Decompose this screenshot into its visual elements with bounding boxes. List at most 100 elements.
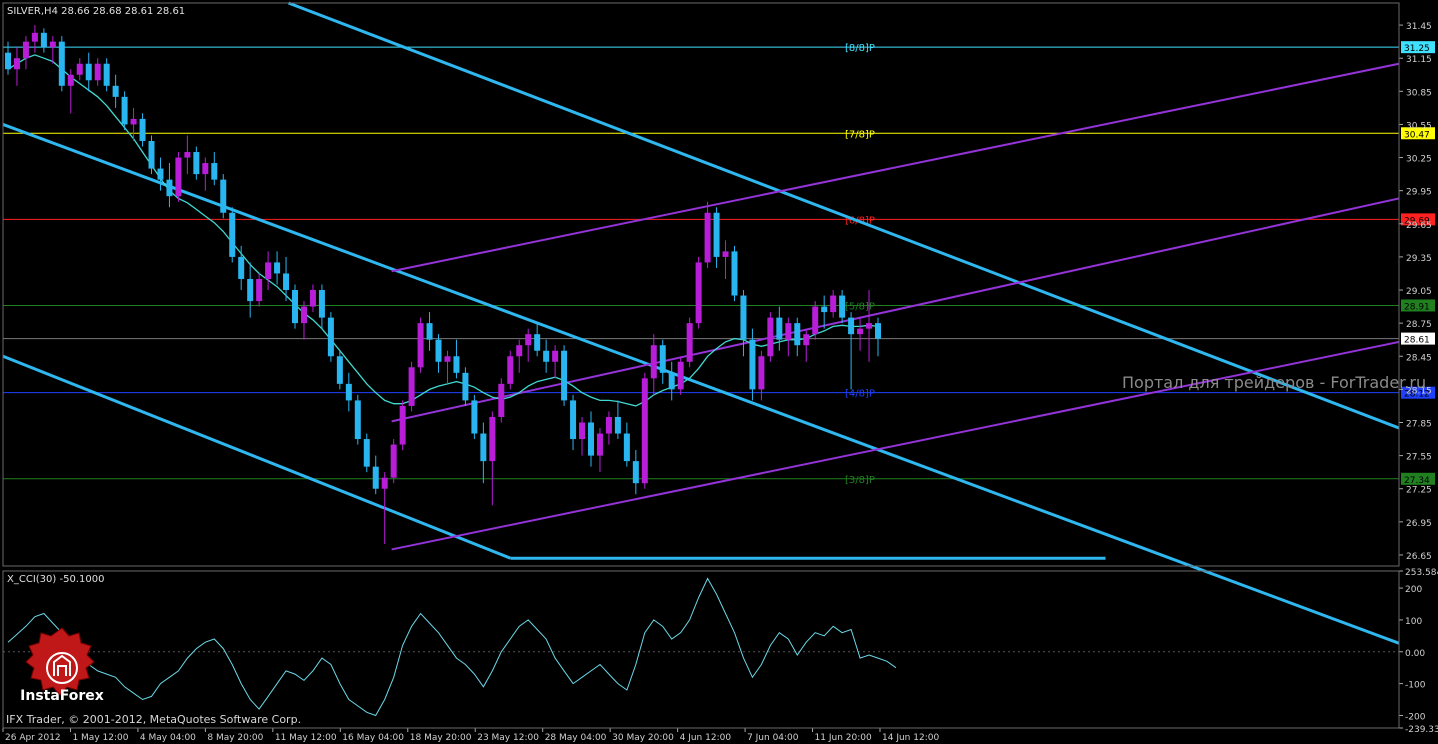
candle-body bbox=[534, 334, 541, 351]
candle-body bbox=[749, 339, 756, 390]
price-axis-label: 26.65 bbox=[1406, 552, 1432, 562]
time-axis-label: 4 Jun 12:00 bbox=[680, 733, 732, 743]
candle-body bbox=[471, 400, 478, 434]
candle-body bbox=[812, 306, 819, 335]
candle-body bbox=[292, 290, 299, 324]
cci-axis-label: 100 bbox=[1405, 617, 1422, 627]
price-axis-label: 26.95 bbox=[1406, 519, 1432, 529]
time-axis-label: 26 Apr 2012 bbox=[5, 733, 61, 743]
candle-body bbox=[857, 328, 864, 335]
candle-body bbox=[354, 400, 361, 440]
price-axis-label: 27.85 bbox=[1406, 419, 1432, 429]
murray-price-box-text: 31.25 bbox=[1404, 44, 1430, 54]
murray-level-label: [3/8]P bbox=[845, 475, 875, 486]
price-axis-label: 30.25 bbox=[1406, 155, 1432, 165]
candle-body bbox=[184, 152, 191, 158]
candle-body bbox=[632, 461, 639, 484]
candle-body bbox=[561, 350, 568, 401]
murray-level-label: [7/8]P bbox=[845, 129, 875, 140]
candle-body bbox=[570, 400, 577, 440]
candle-body bbox=[327, 317, 334, 357]
time-axis-label: 7 Jun 04:00 bbox=[747, 733, 799, 743]
candle-body bbox=[453, 356, 460, 373]
candle-body bbox=[605, 416, 612, 434]
price-axis-label: 30.85 bbox=[1406, 88, 1432, 98]
candle-body bbox=[552, 350, 559, 362]
time-axis-label: 23 May 12:00 bbox=[477, 733, 539, 743]
candle-body bbox=[821, 306, 828, 313]
time-axis-label: 16 May 04:00 bbox=[342, 733, 404, 743]
candle-body bbox=[283, 273, 290, 291]
murray-level-label: [5/8]P bbox=[845, 301, 875, 312]
price-axis-label: 30.55 bbox=[1406, 121, 1432, 131]
candle-body bbox=[875, 323, 881, 339]
candle-body bbox=[22, 41, 29, 59]
candle-body bbox=[300, 306, 307, 324]
candle-body bbox=[139, 118, 146, 141]
candle-body bbox=[516, 345, 523, 357]
price-axis-label: 29.05 bbox=[1406, 287, 1432, 297]
candle-body bbox=[247, 278, 254, 302]
cci-axis-label: -100 bbox=[1405, 681, 1426, 691]
murray-level-label: [8/8]P bbox=[845, 43, 875, 54]
candle-body bbox=[166, 179, 173, 197]
candle-body bbox=[677, 361, 684, 390]
candle-body bbox=[76, 63, 83, 75]
candle-body bbox=[713, 212, 720, 257]
time-axis-label: 30 May 20:00 bbox=[612, 733, 674, 743]
candle-body bbox=[794, 323, 801, 346]
candle-body bbox=[148, 140, 155, 169]
candle-body bbox=[704, 212, 711, 263]
cci-indicator-title: X_CCI(30) -50.1000 bbox=[7, 574, 104, 585]
copyright-footer: IFX Trader, © 2001-2012, MetaQuotes Soft… bbox=[6, 713, 301, 726]
candle-body bbox=[175, 157, 182, 197]
candle-body bbox=[193, 152, 200, 175]
candle-body bbox=[336, 356, 343, 384]
candle-body bbox=[426, 323, 433, 340]
price-axis-label: 29.35 bbox=[1406, 254, 1432, 264]
candle-body bbox=[641, 378, 648, 484]
candle-body bbox=[345, 383, 352, 401]
forex-portal-watermark: Портал для трейдеров - ForTrader.ru bbox=[1122, 373, 1426, 392]
candle-body bbox=[525, 334, 532, 346]
candle-body bbox=[839, 295, 846, 318]
candle-body bbox=[121, 96, 128, 125]
candle-body bbox=[659, 345, 666, 373]
candle-body bbox=[866, 323, 873, 329]
candle-body bbox=[722, 251, 729, 257]
price-axis-label: 31.15 bbox=[1406, 55, 1432, 65]
murray-price-box-text: 28.91 bbox=[1404, 302, 1430, 312]
candle-body bbox=[507, 356, 514, 384]
candle-body bbox=[363, 439, 370, 467]
candle-body bbox=[202, 163, 209, 175]
candle-body bbox=[58, 41, 65, 86]
candle-body bbox=[462, 372, 469, 401]
candle-body bbox=[67, 74, 74, 86]
candle-body bbox=[94, 63, 101, 81]
candle-body bbox=[623, 433, 630, 462]
candle-body bbox=[435, 339, 442, 362]
candle-body bbox=[390, 444, 397, 478]
candle-body bbox=[587, 422, 594, 456]
main-chart-title: SILVER,H4 28.66 28.68 28.61 28.61 bbox=[7, 6, 185, 17]
candle-body bbox=[614, 416, 621, 434]
candle-body bbox=[40, 32, 47, 48]
candle-body bbox=[417, 323, 424, 368]
logo-text: InstaForex bbox=[20, 688, 104, 704]
cci-axis-label: 253.584 bbox=[1405, 568, 1438, 578]
time-axis-label: 18 May 20:00 bbox=[410, 733, 472, 743]
candle-body bbox=[211, 163, 218, 180]
candle-body bbox=[381, 477, 388, 489]
chart-background bbox=[0, 0, 1438, 744]
cci-axis-label: 0.00 bbox=[1405, 649, 1425, 659]
candle-body bbox=[767, 317, 774, 357]
candle-body bbox=[112, 85, 119, 97]
candle-body bbox=[49, 41, 56, 48]
murray-price-box-text: 30.47 bbox=[1404, 130, 1430, 140]
candle-body bbox=[803, 334, 810, 346]
candle-body bbox=[830, 295, 837, 313]
time-axis-label: 8 May 20:00 bbox=[207, 733, 263, 743]
candle-body bbox=[309, 290, 316, 307]
time-axis-label: 1 May 12:00 bbox=[72, 733, 128, 743]
price-axis-label: 28.45 bbox=[1406, 353, 1432, 363]
